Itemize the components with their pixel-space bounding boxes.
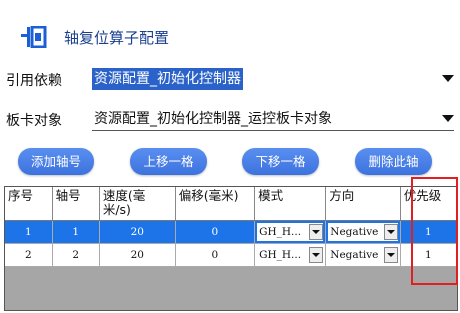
- cell-speed[interactable]: 20: [99, 243, 176, 267]
- cell-seq: 1: [5, 220, 53, 244]
- column-header-speed[interactable]: 速度(毫米/s): [99, 187, 176, 221]
- delete-axis-button[interactable]: 删除此轴: [355, 148, 432, 175]
- reference-label: 引用依赖: [6, 73, 62, 89]
- column-header-direction[interactable]: 方向: [325, 187, 401, 221]
- cell-mode[interactable]: GH_H...: [254, 243, 327, 267]
- direction-combo[interactable]: Negative: [328, 246, 398, 264]
- direction-value: Negative: [330, 249, 379, 261]
- move-up-button[interactable]: 上移一格: [130, 148, 207, 175]
- column-header-offset[interactable]: 偏移(毫米): [175, 187, 256, 221]
- chevron-down-icon[interactable]: [383, 247, 398, 263]
- table-row[interactable]: 1 1 20 0 GH_H... Negative 1: [5, 220, 457, 244]
- chevron-down-icon[interactable]: [309, 224, 324, 240]
- direction-combo[interactable]: Negative: [328, 223, 398, 241]
- axis-table[interactable]: 序号 轴号 速度(毫米/s) 偏移(毫米) 模式 方向 优先级 1 1 20 0…: [4, 186, 458, 311]
- cell-axis[interactable]: 2: [52, 243, 100, 267]
- chevron-down-icon[interactable]: [442, 75, 454, 82]
- column-header-axis[interactable]: 轴号: [52, 187, 100, 221]
- chevron-down-icon[interactable]: [383, 224, 398, 240]
- chevron-down-icon[interactable]: [442, 115, 454, 122]
- reference-select[interactable]: 资源配置_初始化控制器: [92, 68, 454, 90]
- card-object-select[interactable]: 资源配置_初始化控制器_运控板卡对象: [92, 108, 454, 131]
- cell-direction[interactable]: Negative: [325, 243, 401, 267]
- page-title: 轴复位算子配置: [64, 29, 170, 47]
- move-down-button[interactable]: 下移一格: [242, 148, 319, 175]
- cell-axis[interactable]: 1: [52, 220, 100, 244]
- chevron-down-icon[interactable]: [309, 247, 324, 263]
- column-header-mode[interactable]: 模式: [254, 187, 327, 221]
- cell-direction[interactable]: Negative: [325, 220, 401, 244]
- dialog-header: 轴复位算子配置: [0, 0, 460, 60]
- column-header-seq[interactable]: 序号: [5, 187, 53, 221]
- cell-seq: 2: [5, 243, 53, 267]
- reference-select-value: 资源配置_初始化控制器: [92, 68, 243, 90]
- add-axis-button[interactable]: 添加轴号: [18, 148, 94, 175]
- direction-value: Negative: [330, 226, 379, 238]
- card-object-select-value: 资源配置_初始化控制器_运控板卡对象: [94, 111, 332, 127]
- cell-speed[interactable]: 20: [99, 220, 176, 244]
- card-object-label: 板卡对象: [6, 113, 62, 129]
- reset-axis-icon: [21, 26, 47, 48]
- cell-offset[interactable]: 0: [175, 220, 256, 244]
- table-row[interactable]: 2 2 20 0 GH_H... Negative 1: [5, 243, 457, 267]
- mode-combo[interactable]: GH_H...: [257, 223, 324, 241]
- table-header-row: 序号 轴号 速度(毫米/s) 偏移(毫米) 模式 方向 优先级: [5, 187, 457, 221]
- priority-highlight-box: [411, 177, 458, 285]
- mode-value: GH_H...: [259, 249, 302, 261]
- mode-combo[interactable]: GH_H...: [257, 246, 324, 264]
- cell-mode[interactable]: GH_H...: [254, 220, 327, 244]
- cell-offset[interactable]: 0: [175, 243, 256, 267]
- mode-value: GH_H...: [259, 226, 302, 238]
